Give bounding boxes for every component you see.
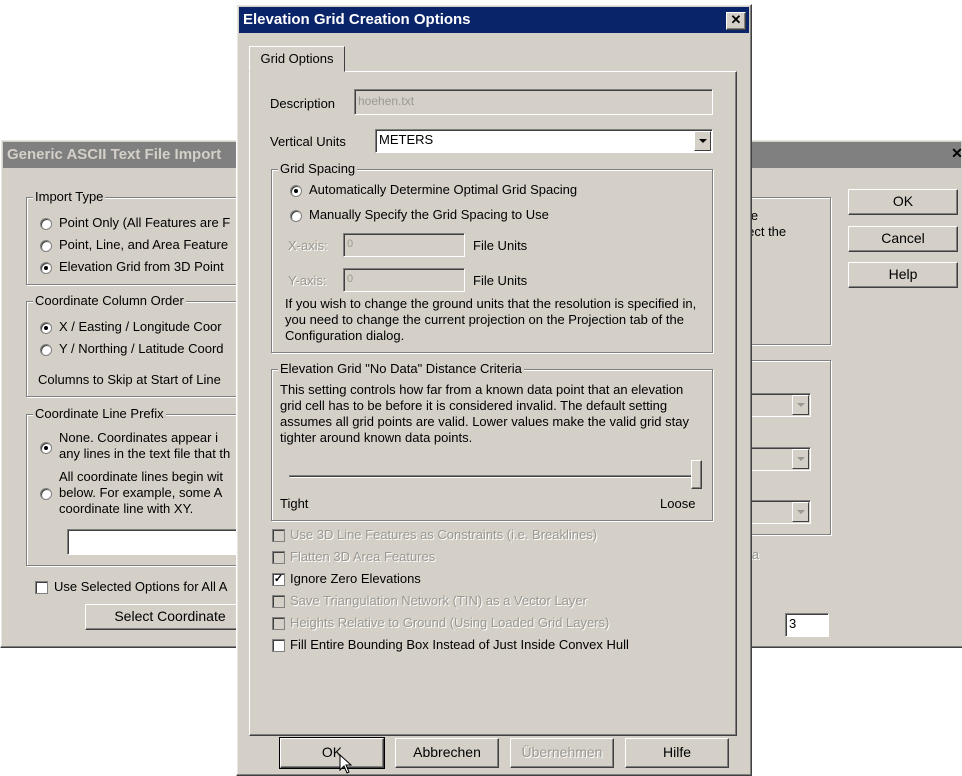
line-prefix-input[interactable] [67, 529, 257, 555]
option-checkbox-heights-relative[interactable] [272, 617, 285, 630]
import-type-label-point-only: Point Only (All Features are F [59, 215, 231, 230]
line-prefix-all-line2: below. For example, some A [59, 485, 223, 500]
grid-spacing-legend: Grid Spacing [278, 161, 358, 176]
dialog-ok-button[interactable]: OK [279, 737, 385, 769]
vertical-units-value: METERS [379, 132, 434, 147]
coord-order-radio-y-first[interactable] [40, 344, 52, 356]
import-type-radio-point-line-area[interactable] [40, 240, 52, 252]
grid-spacing-radio-auto[interactable] [290, 185, 302, 197]
x-axis-units: File Units [473, 238, 528, 253]
option-label-fill-bbox: Fill Entire Bounding Box Instead of Just… [290, 637, 629, 652]
y-axis-units: File Units [473, 273, 528, 288]
line-prefix-radio-all[interactable] [40, 488, 52, 500]
grid-spacing-radio-manual[interactable] [290, 210, 302, 222]
import-type-radio-elevation-grid[interactable] [40, 262, 52, 274]
coord-order-radio-x-first[interactable] [40, 322, 52, 334]
import-ok-button[interactable]: OK [848, 189, 958, 215]
select-coordinate-button[interactable]: Select Coordinate [85, 604, 255, 630]
close-icon: ✕ [730, 12, 742, 27]
slider-track [289, 475, 700, 478]
dialog-title: Elevation Grid Creation Options [239, 7, 749, 33]
line-prefix-radio-none[interactable] [40, 442, 52, 454]
vertical-units-label: Vertical Units [270, 134, 346, 149]
option-checkbox-save-tin[interactable] [272, 595, 285, 608]
chevron-down-icon [792, 449, 809, 469]
option-label-breaklines: Use 3D Line Features as Constraints (i.e… [290, 527, 598, 542]
nodata-description: This setting controls how far from a kno… [280, 382, 689, 445]
grid-spacing-manual-label: Manually Specify the Grid Spacing to Use [309, 207, 549, 222]
y-axis-label: Y-axis: [288, 273, 327, 288]
import-window-close-button[interactable]: ✕ [949, 145, 962, 165]
line-prefix-none-line1: None. Coordinates appear i [59, 430, 218, 445]
import-cancel-button[interactable]: Cancel [848, 226, 958, 252]
grid-spacing-note: If you wish to change the ground units t… [285, 296, 697, 343]
tab-grid-options-label: Grid Options [260, 51, 334, 66]
coord-order-legend: Coordinate Column Order [33, 293, 186, 308]
columns-to-skip-label: Columns to Skip at Start of Line [38, 372, 221, 387]
import-help-button[interactable]: Help [848, 262, 958, 288]
option-checkbox-fill-bbox[interactable] [272, 639, 285, 652]
dialog-help-button[interactable]: Hilfe [625, 738, 729, 768]
nodata-slider[interactable] [287, 460, 702, 492]
coord-order-label-y-first: Y / Northing / Latitude Coord [59, 341, 224, 356]
slider-tight-label: Tight [280, 496, 309, 511]
x-axis-input[interactable]: 0 [343, 233, 465, 257]
elevation-grid-dialog: Elevation Grid Creation Options ✕ Grid O… [236, 4, 752, 776]
dialog-cancel-button[interactable]: Abbrechen [395, 738, 499, 768]
import-type-label-point-line-area: Point, Line, and Area Feature [59, 237, 229, 252]
option-label-ignore-zero: Ignore Zero Elevations [290, 571, 421, 586]
mouse-cursor-icon [339, 754, 353, 774]
dialog-apply-button[interactable]: Übernehmen [510, 738, 614, 768]
y-axis-input[interactable]: 0 [343, 268, 465, 292]
import-type-legend: Import Type [33, 189, 106, 204]
line-prefix-none-line2: any lines in the text file that th [59, 446, 231, 461]
description-input[interactable]: hoehen.txt [354, 89, 713, 115]
option-checkbox-ignore-zero[interactable]: ✓ [272, 573, 285, 586]
line-prefix-all-line3: coordinate line with XY. [59, 501, 194, 516]
slider-thumb[interactable] [691, 460, 702, 489]
use-selected-options-label: Use Selected Options for All A [54, 579, 228, 594]
option-label-heights-relative: Heights Relative to Ground (Using Loaded… [290, 615, 610, 630]
checkmark-icon: ✓ [273, 573, 284, 585]
line-prefix-all-line1: All coordinate lines begin wit [59, 469, 224, 484]
vertical-units-select[interactable]: METERS [375, 129, 713, 153]
coord-order-label-x-first: X / Easting / Longitude Coor [59, 319, 222, 334]
x-axis-label: X-axis: [288, 238, 328, 253]
right-value-input[interactable]: 3 [785, 613, 829, 637]
slider-loose-label: Loose [660, 496, 696, 511]
chevron-down-icon [792, 395, 809, 415]
description-label: Description [270, 96, 336, 111]
line-prefix-legend: Coordinate Line Prefix [33, 406, 166, 421]
chevron-down-icon [694, 131, 711, 151]
option-label-save-tin: Save Triangulation Network (TIN) as a Ve… [290, 593, 587, 608]
import-type-radio-point-only[interactable] [40, 218, 52, 230]
close-icon: ✕ [951, 145, 962, 161]
tab-grid-options[interactable]: Grid Options [249, 46, 345, 72]
dialog-close-button[interactable]: ✕ [726, 12, 746, 30]
use-selected-options-checkbox[interactable] [35, 581, 48, 594]
chevron-down-icon [792, 502, 809, 522]
option-checkbox-breaklines[interactable] [272, 529, 285, 542]
option-label-flatten: Flatten 3D Area Features [290, 549, 436, 564]
import-type-label-elevation-grid: Elevation Grid from 3D Point [59, 259, 224, 274]
nodata-legend: Elevation Grid "No Data" Distance Criter… [278, 361, 524, 376]
option-checkbox-flatten[interactable] [272, 551, 285, 564]
grid-spacing-auto-label: Automatically Determine Optimal Grid Spa… [309, 182, 578, 197]
